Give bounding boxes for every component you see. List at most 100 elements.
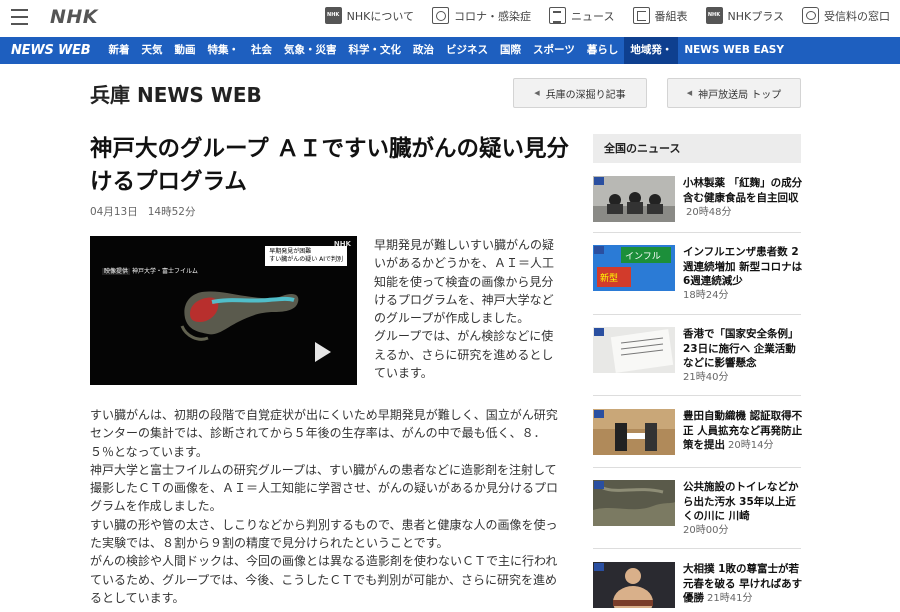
triangle-left-icon: ◀: [534, 89, 540, 97]
nav-item-regional[interactable]: 地域発・: [624, 37, 679, 64]
nav-item-life[interactable]: 暮らし: [581, 37, 625, 64]
nav-item-weather[interactable]: 天気: [136, 37, 169, 64]
toplink-nhk-plus[interactable]: NHKプラス: [705, 7, 785, 24]
nav-item-disaster[interactable]: 気象・災害: [278, 37, 343, 64]
news-time: 20時48分: [686, 207, 732, 218]
nav-item-latest[interactable]: 新着: [103, 37, 136, 64]
toplink-label: NHKについて: [346, 9, 415, 23]
nhk-badge-icon: [594, 481, 604, 489]
news-item-text: 大相撲 1敗の尊富士が若元春を破る 早ければあす優勝 21時41分: [683, 562, 803, 607]
svg-text:インフル: インフル: [625, 252, 661, 262]
top-links: NHKについて コロナ・感染症 ニュース 番組表 NHKプラス 受信料の窓口: [307, 7, 890, 24]
news-headline: 小林製薬 「紅麹」の成分含む健康食品を自主回収: [683, 177, 803, 204]
article-paragraph: すい臓がんは、初期の段階で自覚症状が出にくいため早期発見が難しく、国立がん研究セ…: [90, 408, 558, 459]
news-item-text: 豊田自動織機 認証取得不正 人員拡充など再発防止策を提出 20時14分: [683, 409, 803, 454]
toplink-label: コロナ・感染症: [454, 9, 532, 23]
program-guide-icon: [632, 7, 650, 24]
article-date-day: 04月13日: [90, 206, 138, 218]
toplink-label: 番組表: [654, 9, 688, 23]
toplink-news[interactable]: ニュース: [549, 7, 615, 24]
nhk-badge-icon: [594, 246, 604, 254]
divider: [593, 314, 801, 315]
news-item-text: 公共施設のトイレなどから出た汚水 35年以上近くの川に 川崎 20時00分: [683, 480, 803, 538]
divider: [593, 232, 801, 233]
nav-item-video[interactable]: 動画: [169, 37, 202, 64]
deep-dive-label: 兵庫の深掘り記事: [545, 89, 626, 101]
news-icon: [549, 7, 567, 24]
news-thumbnail: [593, 327, 675, 373]
news-item-text: インフルエンザ患者数 2週連続増加 新型コロナは6週連続減少 18時24分: [683, 245, 803, 303]
deep-dive-button[interactable]: ◀ 兵庫の深掘り記事: [513, 78, 647, 108]
news-headline: インフルエンザ患者数 2週連続増加 新型コロナは6週連続減少: [683, 246, 803, 287]
nhk-logo[interactable]: NHK: [50, 6, 98, 28]
svg-text:新型: 新型: [600, 272, 618, 284]
news-web-brand[interactable]: NEWS WEB: [11, 43, 91, 58]
nav-item-society[interactable]: 社会: [245, 37, 278, 64]
article-date-time: 14時52分: [147, 206, 196, 218]
video-nhk-logo: NHK: [333, 240, 351, 248]
toplink-label: ニュース: [571, 9, 615, 23]
nav-item-business[interactable]: ビジネス: [440, 37, 494, 64]
article-video[interactable]: 映像提供 神戸大学・富士フイルム 早期発見が困難 すい臓がんの疑い AIで判別 NH…: [90, 236, 357, 385]
news-time: 21時40分: [683, 371, 729, 383]
divider: [593, 395, 801, 396]
main-nav: NEWS WEB 新着 天気 動画 特集・ 社会 気象・災害 科学・文化 政治 …: [0, 37, 900, 64]
article-paragraph: がんの検診や人間ドックは、今回の画像とは異なる造影剤を使わないＣＴで主に行われて…: [90, 554, 558, 605]
article-body: すい臓がんは、初期の段階で自覚症状が出にくいため早期発見が難しく、国立がん研究セ…: [90, 406, 565, 607]
divider: [593, 548, 801, 549]
news-item-text: 小林製薬 「紅麹」の成分含む健康食品を自主回収 20時48分: [683, 176, 803, 221]
article-date: 04月13日 14時52分: [90, 204, 195, 219]
article-paragraph: 神戸大学と富士フイルムの研究グループは、すい臓がんの患者などに造影剤を注射して撮…: [90, 462, 559, 514]
video-credit-text: 神戸大学・富士フイルム: [132, 268, 198, 275]
toplink-corona[interactable]: コロナ・感染症: [432, 7, 531, 24]
play-icon[interactable]: [315, 342, 331, 362]
news-item-text: 香港で「国家安全条例」23日に施行へ 企業活動などに影響懸念 21時40分: [683, 327, 803, 385]
nhk-plus-icon: [705, 7, 723, 24]
news-headline: 香港で「国家安全条例」23日に施行へ 企業活動などに影響懸念: [683, 328, 799, 369]
toplink-fee[interactable]: 受信料の窓口: [802, 7, 890, 24]
station-top-button[interactable]: ◀ 神戸放送局 トップ: [667, 78, 801, 108]
article-lead-text: 早期発見が難しいすい臓がんの疑いがあるかどうかを、ＡＩ＝人工知能を使って検査の画…: [374, 238, 555, 381]
divider: [593, 467, 801, 468]
tv-icon: [802, 7, 819, 24]
news-time: 20時14分: [728, 440, 774, 451]
toplink-program-guide[interactable]: 番組表: [632, 7, 688, 24]
news-thumbnail: [593, 480, 675, 526]
toplink-label: 受信料の窓口: [824, 9, 890, 23]
triangle-left-icon: ◀: [686, 89, 693, 97]
news-thumbnail: [593, 562, 675, 608]
news-time: 18時24分: [683, 289, 729, 301]
video-caption-line: 早期発見が困難: [269, 248, 312, 255]
nhk-icon: [324, 7, 342, 24]
article-title: 神戸大のグループ ＡＩですい臓がんの疑い見分けるプログラム: [90, 136, 569, 195]
nhk-badge-icon: [594, 410, 604, 418]
article-lead: 早期発見が難しいすい臓がんの疑いがあるかどうかを、ＡＩ＝人工知能を使って検査の画…: [374, 236, 564, 382]
news-time: 21時41分: [707, 593, 753, 604]
video-credit: 映像提供 神戸大学・富士フイルム: [102, 266, 198, 275]
top-bar: NHK NHKについて コロナ・感染症 ニュース 番組表 NHKプラス 受信料の…: [0, 0, 900, 36]
news-time: 20時00分: [683, 524, 729, 536]
news-thumbnail: インフル 新型: [593, 245, 675, 291]
nav-item-international[interactable]: 国際: [494, 37, 527, 64]
nhk-badge-icon: [594, 177, 604, 185]
toplink-label: NHKプラス: [727, 9, 785, 23]
nav-item-easy[interactable]: NEWS WEB EASY: [678, 37, 790, 64]
menu-icon[interactable]: [11, 9, 28, 25]
video-caption: 早期発見が困難 すい臓がんの疑い AIで判別: [265, 246, 347, 266]
news-thumbnail: [593, 409, 675, 455]
national-news-heading: 全国のニュース: [593, 134, 801, 163]
nav-item-features[interactable]: 特集・: [202, 37, 246, 64]
nhk-badge-icon: [594, 563, 604, 571]
nhk-badge-icon: [594, 328, 604, 336]
video-caption-line: すい臓がんの疑い AIで判別: [269, 256, 343, 263]
station-top-label: 神戸放送局 トップ: [698, 89, 782, 101]
video-credit-tag: 映像提供: [102, 268, 131, 275]
nav-item-politics[interactable]: 政治: [407, 37, 440, 64]
news-thumbnail: [593, 176, 675, 222]
page-title: 兵庫 NEWS WEB: [90, 83, 262, 107]
news-headline: 公共施設のトイレなどから出た汚水 35年以上近くの川に 川崎: [683, 481, 799, 522]
corona-icon: [432, 7, 450, 24]
nav-item-sports[interactable]: スポーツ: [527, 37, 581, 64]
toplink-about[interactable]: NHKについて: [324, 7, 415, 24]
nav-item-science[interactable]: 科学・文化: [343, 37, 408, 64]
